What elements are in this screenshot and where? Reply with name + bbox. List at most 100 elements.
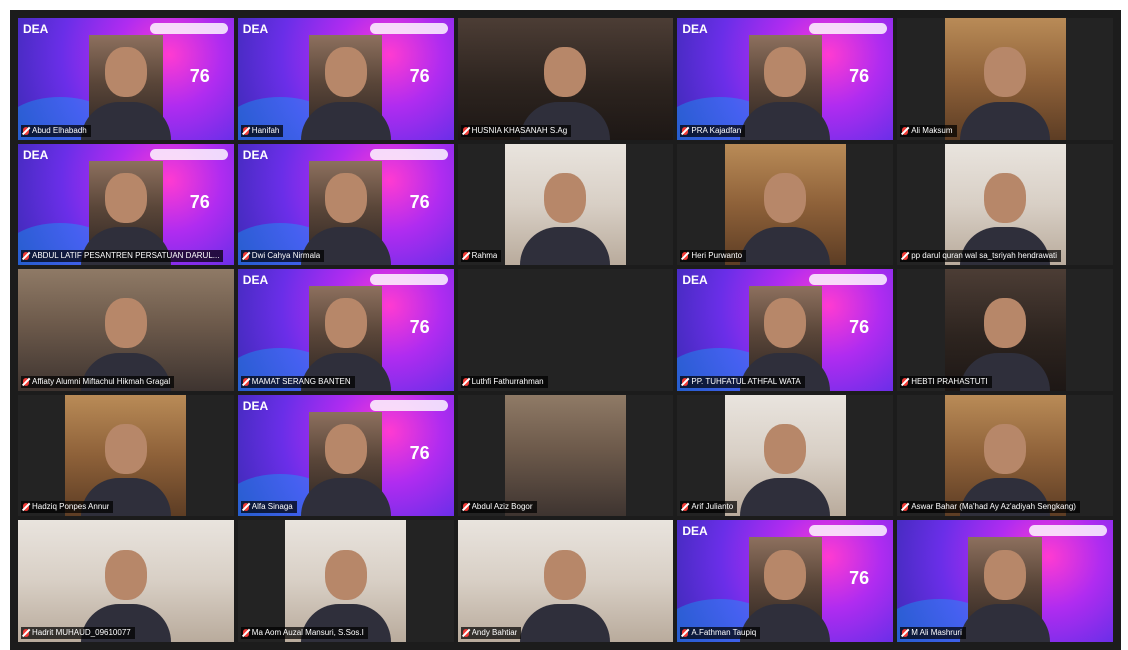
participant-name-label: Dwi Cahya Nirmala (240, 250, 325, 263)
participant-tile[interactable]: M Ali Mashruri (897, 520, 1113, 642)
participant-name-label: Hadziq Ponpes Annur (21, 501, 114, 514)
participant-tile[interactable]: Andy Bahtiar (457, 520, 674, 642)
muted-mic-icon (902, 252, 909, 261)
participant-avatar (104, 172, 147, 223)
participant-name: Ali Maksum (911, 125, 953, 135)
participant-avatar (544, 549, 587, 600)
participant-name-label: Luthfi Fathurrahman (460, 375, 548, 388)
participant-avatar (984, 172, 1027, 223)
participant-avatar (544, 47, 587, 98)
participant-tile[interactable]: DEA 76 Abud Elhabadh (18, 18, 234, 140)
participant-tile[interactable]: Hadziq Ponpes Annur (18, 394, 234, 517)
sponsor-logos (369, 23, 448, 34)
muted-mic-icon (462, 377, 469, 386)
muted-mic-icon (462, 252, 469, 261)
participant-name: Hadrit MUHAUD_09610077 (32, 627, 131, 637)
participant-tile[interactable]: DEA 76 ABDUL LATIF PESANTREN PERSATUAN D… (18, 143, 234, 266)
sponsor-logos (809, 525, 888, 537)
brand-logo: DEA (242, 22, 269, 36)
participant-avatar (324, 423, 367, 474)
participant-name-label: Heri Purwanto (680, 250, 747, 263)
participant-tile[interactable]: DEA 76 PP. TUHFATUL ATHFAL WATA (677, 269, 894, 391)
participant-avatar (544, 172, 587, 223)
participant-tile[interactable]: DEA 76 Hanifah (237, 18, 454, 140)
participant-name-label: Alfa Sinaga (240, 501, 297, 514)
sponsor-logos (809, 23, 888, 34)
participant-avatar (104, 298, 147, 349)
participant-name-label: HUSNIA KHASANAH S.Ag (460, 124, 572, 137)
participant-tile[interactable]: DEA 76 A.Fathman Taupiq (677, 520, 894, 642)
participant-name: Ma Aom Auzal Mansuri, S.Sos.I (251, 627, 364, 637)
participant-name-label: ABDUL LATIF PESANTREN PERSATUAN DARUL... (21, 250, 224, 263)
muted-mic-icon (23, 503, 29, 512)
participant-tile[interactable]: HEBTI PRAHASTUTI (897, 269, 1113, 391)
participant-name: Luthfi Fathurrahman (471, 376, 544, 386)
participant-tile[interactable]: Heri Purwanto (677, 143, 894, 266)
participant-name: Abdul Aziz Bogor (471, 502, 533, 512)
participant-name-label: Abdul Aziz Bogor (460, 501, 537, 514)
muted-mic-icon (23, 628, 29, 637)
participant-name: M Ali Mashruri (911, 627, 962, 637)
participant-name-label: pp darul quran wal sa_tsriyah hendrawati (900, 250, 1062, 263)
participant-tile[interactable]: DEA 76 MAMAT SERANG BANTEN (237, 269, 454, 391)
muted-mic-icon (902, 377, 909, 386)
participant-tile[interactable]: Luthfi Fathurrahman (457, 269, 674, 391)
participant-avatar (104, 47, 147, 98)
sponsor-logos (1029, 525, 1107, 537)
participant-name: Hanifah (251, 125, 280, 135)
muted-mic-icon (902, 503, 909, 512)
sponsor-logos (149, 148, 228, 160)
muted-mic-icon (462, 503, 469, 512)
participant-name: Andy Bahtiar (471, 627, 518, 637)
participant-tile[interactable]: DEA 76 Dwi Cahya Nirmala (237, 143, 454, 266)
participant-name: Alfa Sinaga (251, 502, 293, 512)
participant-avatar (984, 47, 1027, 98)
participant-tile[interactable]: Ali Maksum (897, 18, 1113, 140)
participant-avatar (324, 298, 367, 349)
muted-mic-icon (902, 126, 909, 135)
participant-tile[interactable]: DEA 76 PRA Kajadfan (677, 18, 894, 140)
muted-mic-icon (902, 628, 909, 637)
participant-name-label: Abud Elhabadh (21, 124, 91, 137)
participant-name: Dwi Cahya Nirmala (251, 251, 321, 261)
anniversary-badge: 76 (189, 66, 210, 86)
participant-name-label: PRA Kajadfan (680, 124, 746, 137)
participant-name: Heri Purwanto (691, 251, 743, 261)
brand-logo: DEA (682, 524, 708, 539)
participant-avatar (764, 298, 807, 349)
participant-name-label: MAMAT SERANG BANTEN (240, 375, 355, 388)
participant-tile[interactable]: Ma Aom Auzal Mansuri, S.Sos.I (237, 520, 454, 642)
participant-name: ABDUL LATIF PESANTREN PERSATUAN DARUL... (32, 251, 220, 261)
muted-mic-icon (682, 503, 689, 512)
participant-name-label: M Ali Mashruri (900, 626, 966, 639)
sponsor-logos (369, 399, 448, 411)
participant-name-label: Ma Aom Auzal Mansuri, S.Sos.I (240, 626, 368, 639)
participant-tile[interactable]: Affiaty Alumni Miftachul Hikmah Gragal (18, 269, 234, 391)
participant-tile[interactable]: Abdul Aziz Bogor (457, 394, 674, 517)
participant-name: Aswar Bahar (Ma'had Ay Az'adiyah Sengkan… (911, 502, 1076, 512)
participant-name: A.Fathman Taupiq (691, 627, 757, 637)
participant-avatar (984, 298, 1027, 349)
participant-tile[interactable]: DEA 76 Alfa Sinaga (237, 394, 454, 517)
participant-avatar (764, 549, 807, 600)
participant-name: PRA Kajadfan (691, 125, 742, 135)
muted-mic-icon (23, 252, 29, 261)
muted-mic-icon (242, 628, 249, 637)
participant-tile[interactable]: HUSNIA KHASANAH S.Ag (457, 18, 674, 140)
participant-name-label: Arif Julianto (680, 501, 738, 514)
participant-name-label: PP. TUHFATUL ATHFAL WATA (680, 375, 805, 388)
participant-tile[interactable]: Rahma (457, 143, 674, 266)
participant-tile[interactable]: pp darul quran wal sa_tsriyah hendrawati (897, 143, 1113, 266)
anniversary-badge: 76 (409, 191, 430, 212)
participant-tile[interactable]: Aswar Bahar (Ma'had Ay Az'adiyah Sengkan… (897, 394, 1113, 517)
participant-tile[interactable]: Arif Julianto (677, 394, 894, 517)
participant-avatar (764, 172, 807, 223)
participant-name-label: A.Fathman Taupiq (680, 626, 761, 639)
participant-avatar (324, 172, 367, 223)
brand-logo: DEA (242, 273, 269, 288)
participant-avatar (984, 423, 1027, 474)
participant-name: Arif Julianto (691, 502, 734, 512)
muted-mic-icon (682, 252, 689, 261)
anniversary-badge: 76 (849, 317, 870, 338)
participant-tile[interactable]: Hadrit MUHAUD_09610077 (18, 520, 234, 642)
